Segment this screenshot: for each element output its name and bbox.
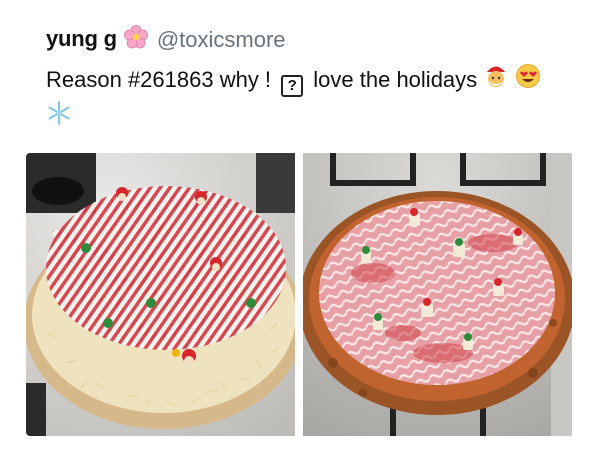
snowflake-icon	[46, 100, 72, 136]
tweet-card: yung g @toxicsmore Reason #261863 why ! …	[0, 0, 600, 471]
cherry-blossom-icon	[123, 24, 149, 56]
tweet-header: yung g @toxicsmore	[46, 24, 286, 56]
baked-candy-cane-pizza-photo[interactable]	[303, 153, 572, 436]
unknown-glyph-box: ?	[281, 74, 304, 97]
heart-eyes-icon	[515, 63, 541, 99]
tweet-media	[26, 153, 573, 436]
display-name[interactable]: yung g	[46, 24, 149, 56]
tweet-text: Reason #261863 why ! ? love the holidays	[46, 62, 546, 136]
raw-candy-cane-pizza-photo[interactable]	[26, 153, 295, 436]
user-handle[interactable]: @toxicsmore	[157, 27, 286, 53]
santa-face-icon	[483, 62, 509, 100]
